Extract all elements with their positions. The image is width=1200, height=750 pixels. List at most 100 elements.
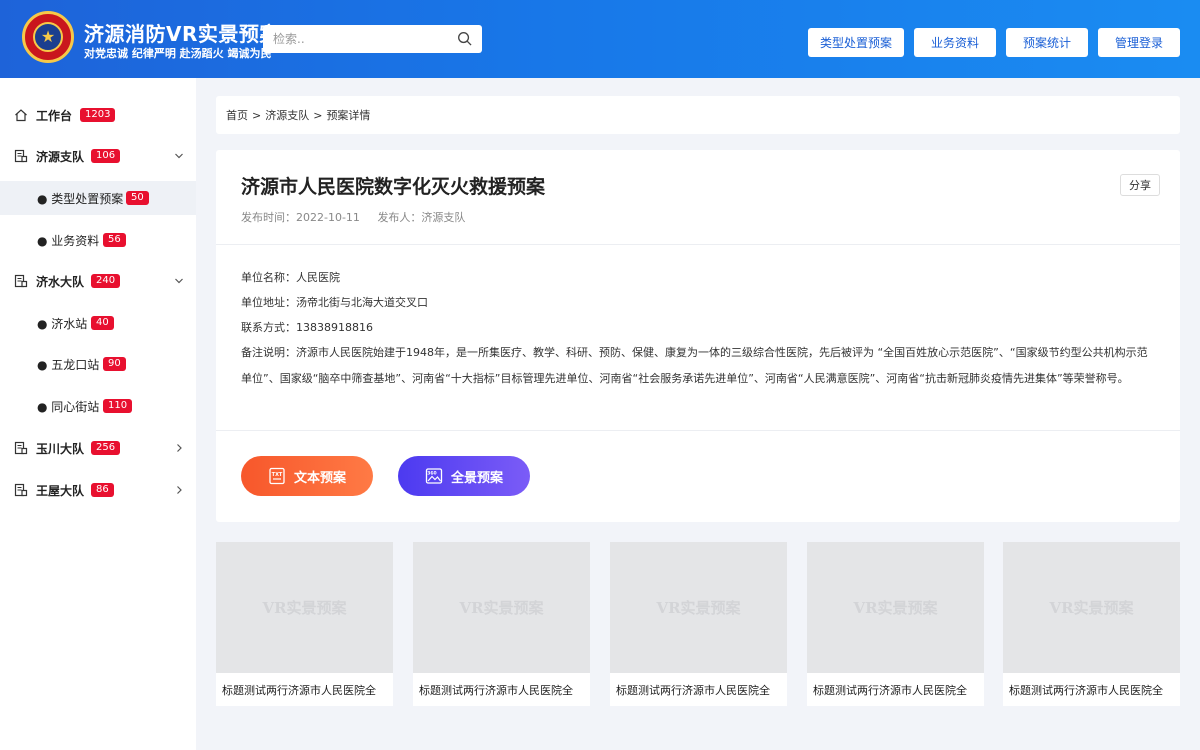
card-caption: 标题测试两行济源市人民医院全 — [616, 684, 770, 697]
card-thumbnail: VR实景预案 — [216, 542, 393, 673]
unit-address: 单位地址：汤帝北街与北海大道交叉口 — [241, 296, 428, 309]
sidebar-item-label: ● 同心街站 — [37, 399, 100, 414]
vr-plan-card[interactable]: VR实景预案 标题测试两行济源市人民医院全 — [216, 542, 393, 706]
sidebar-item-wangwu-brigade[interactable]: 王屋大队 86 — [0, 473, 196, 507]
vr-plan-card[interactable]: VR实景预案 标题测试两行济源市人民医院全 — [807, 542, 984, 706]
panorama-360-icon: 360 — [425, 468, 443, 484]
text-plan-label: 文本预案 — [293, 470, 346, 486]
card-caption: 标题测试两行济源市人民医院全 — [419, 684, 573, 697]
breadcrumb-jiyuan-detachment[interactable]: 济源支队 — [265, 107, 309, 123]
unit-contact: 联系方式：13838918816 — [241, 321, 373, 334]
card-caption: 标题测试两行济源市人民医院全 — [813, 684, 967, 697]
vr-plan-card-list: VR实景预案 标题测试两行济源市人民医院全 VR实景预案 标题测试两行济源市人民… — [216, 542, 1180, 706]
text-plan-button[interactable]: TXT 文本预案 — [241, 456, 373, 496]
search-input[interactable] — [263, 26, 443, 52]
txt-file-icon: TXT — [269, 467, 285, 485]
sidebar-item-label: 济源支队 — [36, 149, 85, 164]
card-watermark: VR实景预案 — [853, 599, 938, 617]
count-badge: 40 — [91, 316, 114, 330]
breadcrumb-separator: > — [252, 108, 262, 122]
svg-text:360: 360 — [427, 471, 436, 477]
sidebar-item-yuchuan-brigade[interactable]: 玉川大队 256 — [0, 431, 196, 465]
sidebar-item-jishui-station[interactable]: ● 济水站 40 — [0, 306, 196, 340]
breadcrumb-separator: > — [313, 108, 323, 122]
sidebar-item-jiyuan-detachment[interactable]: 济源支队 106 — [0, 139, 196, 173]
card-thumbnail: VR实景预案 — [807, 542, 984, 673]
publisher: 发布人：济源支队 — [377, 211, 466, 224]
document-building-icon — [14, 149, 28, 163]
sidebar-item-tongxinjie-station[interactable]: ● 同心街站 110 — [0, 389, 196, 423]
sidebar-item-jishui-brigade[interactable]: 济水大队 240 — [0, 264, 196, 298]
card-watermark: VR实景预案 — [262, 599, 347, 617]
sidebar-item-label: ● 业务资料 — [37, 233, 100, 248]
search-icon[interactable] — [457, 31, 472, 46]
plan-detail-panel: 济源市人民医院数字化灭火救援预案 分享 发布时间：2022-10-11 发布人：… — [216, 150, 1180, 522]
document-building-icon — [14, 441, 28, 455]
sidebar-item-business-docs[interactable]: ● 业务资料 56 — [0, 223, 196, 257]
divider — [216, 430, 1180, 431]
vr-plan-card[interactable]: VR实景预案 标题测试两行济源市人民医院全 — [610, 542, 787, 706]
count-badge: 240 — [91, 274, 121, 288]
breadcrumb-current: 预案详情 — [326, 109, 371, 122]
sidebar-item-label: 工作台 — [36, 108, 73, 123]
card-watermark: VR实景预案 — [1049, 599, 1134, 617]
nav-business-docs-button[interactable]: 业务资料 — [914, 28, 996, 57]
nav-type-plans-button[interactable]: 类型处置预案 — [807, 28, 904, 57]
sidebar-item-label: ● 五龙口站 — [37, 357, 100, 372]
sidebar-item-label: ● 类型处置预案 — [37, 191, 124, 206]
sidebar-item-label: 玉川大队 — [36, 441, 85, 456]
count-badge: 110 — [103, 399, 133, 413]
document-building-icon — [14, 483, 28, 497]
sidebar-item-type-plans[interactable]: ● 类型处置预案 50 — [0, 181, 196, 215]
page-title: 济源市人民医院数字化灭火救援预案 — [241, 176, 546, 198]
sidebar-item-label: ● 济水站 — [37, 316, 88, 331]
search-box — [263, 25, 482, 53]
count-badge: 106 — [91, 149, 121, 163]
unit-name: 单位名称：人民医院 — [241, 271, 340, 284]
publish-time: 发布时间：2022-10-11 — [241, 211, 360, 224]
count-badge: 1203 — [80, 108, 116, 122]
card-thumbnail: VR实景预案 — [610, 542, 787, 673]
card-thumbnail: VR实景预案 — [413, 542, 590, 673]
nav-admin-login-button[interactable]: 管理登录 — [1098, 28, 1180, 57]
count-badge: 86 — [91, 483, 114, 497]
unit-note: 备注说明：济源市人民医院始建于1948年，是一所集医疗、教学、科研、预防、保健、… — [241, 346, 1148, 385]
sidebar-item-label: 王屋大队 — [36, 483, 85, 498]
home-icon — [15, 109, 27, 122]
app-title: 济源消防VR实景预案 — [84, 22, 280, 46]
unit-info: 单位名称：人民医院 单位地址：汤帝北街与北海大道交叉口 联系方式：1383891… — [241, 265, 1156, 392]
panorama-plan-label: 全景预案 — [450, 470, 503, 486]
fire-rescue-emblem-icon: ★ — [22, 11, 74, 63]
card-caption: 标题测试两行济源市人民医院全 — [1009, 684, 1163, 697]
panorama-plan-button[interactable]: 360 全景预案 — [398, 456, 530, 496]
card-watermark: VR实景预案 — [656, 599, 741, 617]
breadcrumb: 首页 > 济源支队 > 预案详情 — [216, 96, 1180, 134]
vr-plan-card[interactable]: VR实景预案 标题测试两行济源市人民医院全 — [1003, 542, 1180, 706]
top-nav: 类型处置预案 业务资料 预案统计 管理登录 — [807, 28, 1180, 57]
sidebar: 工作台 1203 济源支队 106 ● 类型处置预案 50 ● 业务资料 56 … — [0, 78, 196, 750]
divider — [216, 244, 1180, 245]
share-button[interactable]: 分享 — [1120, 174, 1160, 196]
nav-plan-stats-button[interactable]: 预案统计 — [1006, 28, 1088, 57]
sidebar-item-workbench[interactable]: 工作台 1203 — [0, 98, 196, 132]
sidebar-item-wulongkou-station[interactable]: ● 五龙口站 90 — [0, 347, 196, 381]
chevron-right-icon[interactable] — [174, 485, 184, 495]
card-caption: 标题测试两行济源市人民医院全 — [222, 684, 376, 697]
count-badge: 256 — [91, 441, 121, 455]
card-watermark: VR实景预案 — [459, 599, 544, 617]
sidebar-item-label: 济水大队 — [36, 274, 85, 289]
vr-plan-card[interactable]: VR实景预案 标题测试两行济源市人民医院全 — [413, 542, 590, 706]
document-building-icon — [14, 274, 28, 288]
publish-meta: 发布时间：2022-10-11 发布人：济源支队 — [241, 209, 479, 225]
count-badge: 90 — [103, 357, 126, 371]
chevron-down-icon[interactable] — [174, 151, 184, 161]
chevron-down-icon[interactable] — [174, 276, 184, 286]
card-thumbnail: VR实景预案 — [1003, 542, 1180, 673]
count-badge: 56 — [103, 233, 126, 247]
app-slogan: 对党忠诚 纪律严明 赴汤蹈火 竭诚为民 — [84, 47, 272, 60]
chevron-right-icon[interactable] — [174, 443, 184, 453]
top-header: ★ 济源消防VR实景预案 对党忠诚 纪律严明 赴汤蹈火 竭诚为民 类型处置预案 … — [0, 0, 1200, 78]
breadcrumb-home[interactable]: 首页 — [226, 107, 248, 123]
count-badge: 50 — [126, 191, 149, 205]
svg-text:TXT: TXT — [272, 472, 283, 478]
